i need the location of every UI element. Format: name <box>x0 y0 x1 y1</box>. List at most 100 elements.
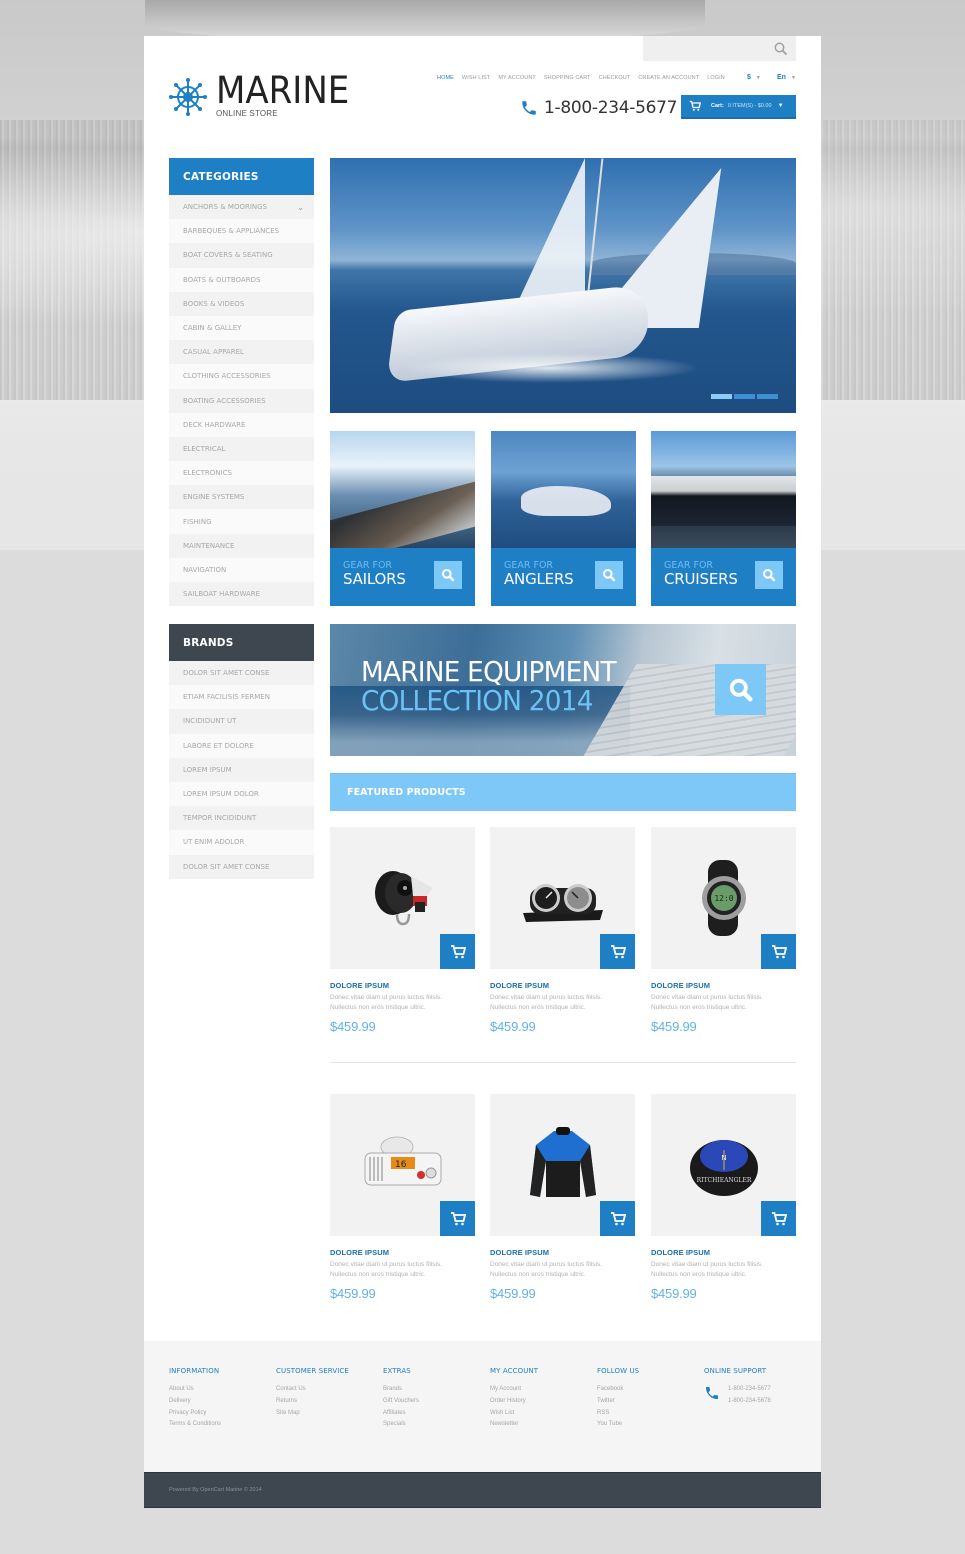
search-icon[interactable] <box>715 664 766 715</box>
brand-item[interactable]: DOLOR SIT AMET CONSE <box>169 854 314 879</box>
product-price: $459.99 <box>330 1286 376 1301</box>
add-to-cart-button[interactable] <box>761 1201 796 1236</box>
footer-link[interactable]: Wish List <box>490 1408 538 1420</box>
brand-item[interactable]: LABORE ET DOLORE <box>169 733 314 758</box>
footer-link[interactable]: Returns <box>276 1396 349 1408</box>
gear-tile-sailors[interactable]: GEAR FOR SAILORS <box>330 431 475 606</box>
product-image[interactable]: N RITCHIEANGLER <box>651 1094 796 1236</box>
search-input[interactable] <box>654 38 774 59</box>
nav-checkout[interactable]: CHECKOUT <box>599 75 631 81</box>
category-item[interactable]: MAINTENANCE <box>169 533 314 558</box>
product-name[interactable]: DOLORE IPSUM <box>490 1248 635 1257</box>
footer-link[interactable]: Contact Us <box>276 1384 349 1396</box>
chevron-down-icon[interactable]: ⌄ <box>297 203 304 212</box>
slider-dot[interactable] <box>757 394 778 399</box>
footer-link-facebook[interactable]: Facebook <box>597 1384 639 1396</box>
search-icon[interactable] <box>434 561 462 589</box>
footer-link[interactable]: Privacy Policy <box>169 1408 221 1420</box>
category-label: ENGINE SYSTEMS <box>183 493 245 502</box>
nav-create-account[interactable]: CREATE AN ACCOUNT <box>638 75 699 81</box>
footer-link[interactable]: Site Map <box>276 1408 349 1420</box>
category-item[interactable]: SAILBOAT HARDWARE <box>169 582 314 607</box>
brand-item[interactable]: ETIAM FACILISIS FERMEN <box>169 685 314 710</box>
product-name[interactable]: DOLORE IPSUM <box>330 981 475 990</box>
slider-dot[interactable] <box>711 394 732 399</box>
category-label: ANCHORS & MOORINGS <box>183 203 267 212</box>
hero-slider[interactable] <box>330 158 796 413</box>
category-item[interactable]: ENGINE SYSTEMS <box>169 485 314 510</box>
category-item[interactable]: BOAT COVERS & SEATING <box>169 243 314 268</box>
footer-link[interactable]: Terms & Conditions <box>169 1419 221 1431</box>
category-item[interactable]: ANCHORS & MOORINGS ⌄ <box>169 195 314 220</box>
product-image[interactable]: 12:0 <box>651 827 796 969</box>
category-item[interactable]: BOATS & OUTBOARDS <box>169 267 314 292</box>
footer-link-twitter[interactable]: Twitter <box>597 1396 639 1408</box>
brand-item[interactable]: TEMPOR INCIDIDUNT <box>169 806 314 831</box>
footer-link[interactable]: Affiliates <box>383 1408 419 1420</box>
nav-my-account[interactable]: MY ACCOUNT <box>498 75 536 81</box>
product-image[interactable] <box>330 827 475 969</box>
collection-banner[interactable]: MARINE EQUIPMENT COLLECTION 2014 <box>330 624 796 756</box>
footer-link[interactable]: My Account <box>490 1384 538 1396</box>
vhf-radio-image: 16 <box>364 1136 441 1186</box>
category-item[interactable]: ELECTRICAL <box>169 436 314 462</box>
product-image[interactable] <box>490 1094 635 1236</box>
cart-icon <box>689 100 701 111</box>
category-item[interactable]: DECK HARDWARE <box>169 412 314 437</box>
nav-home[interactable]: HOME <box>437 75 454 81</box>
search-icon[interactable] <box>774 42 788 56</box>
product-card[interactable]: DOLORE IPSUM Donec vitae diam ut purus l… <box>490 1094 635 1301</box>
gear-tile-anglers[interactable]: GEAR FOR ANGLERS <box>491 431 636 606</box>
add-to-cart-button[interactable] <box>440 934 475 969</box>
logo[interactable]: MARINE ONLINE STORE <box>168 72 361 118</box>
nav-shopping-cart[interactable]: SHOPPING CART <box>544 75 591 81</box>
footer-link[interactable]: About Us <box>169 1384 221 1396</box>
add-to-cart-button[interactable] <box>600 934 635 969</box>
footer-link[interactable]: Delivery <box>169 1396 221 1408</box>
product-card[interactable]: 12:0 DOLORE IPSUM Donec vitae diam ut pu… <box>651 827 796 1034</box>
search-icon[interactable] <box>755 561 783 589</box>
category-item[interactable]: CABIN & GALLEY <box>169 315 314 341</box>
brand-item[interactable]: LOREM IPSUM <box>169 757 314 782</box>
search-icon[interactable] <box>595 561 623 589</box>
category-item[interactable]: CLOTHING ACCESSORIES <box>169 364 314 389</box>
nav-wish-list[interactable]: WISH LIST <box>462 75 490 81</box>
add-to-cart-button[interactable] <box>600 1201 635 1236</box>
footer-link[interactable]: Order History <box>490 1396 538 1408</box>
nav-login[interactable]: LOGIN <box>707 75 725 81</box>
footer-link[interactable]: Gift Vouchers <box>383 1396 419 1408</box>
brand-item[interactable]: DOLOR SIT AMET CONSE <box>169 661 314 686</box>
slider-dot[interactable] <box>734 394 755 399</box>
category-item[interactable]: CASUAL APPAREL <box>169 340 314 365</box>
product-image[interactable]: 16 <box>330 1094 475 1236</box>
language-selector[interactable]: En ▼ <box>777 74 796 81</box>
footer-link[interactable]: Newsletter <box>490 1419 538 1431</box>
currency-selector[interactable]: $ ▼ <box>747 74 761 81</box>
cart-button[interactable]: Cart: 0 ITEM(S) - $0.00 ▼ <box>681 95 796 119</box>
product-card[interactable]: N RITCHIEANGLER DOLORE IPSUM Donec vitae… <box>651 1094 796 1301</box>
product-name[interactable]: DOLORE IPSUM <box>651 981 796 990</box>
add-to-cart-button[interactable] <box>440 1201 475 1236</box>
category-item[interactable]: BOOKS & VIDEOS <box>169 291 314 316</box>
brand-item[interactable]: UT ENIM ADOLOR <box>169 830 314 855</box>
product-name[interactable]: DOLORE IPSUM <box>651 1248 796 1257</box>
category-item[interactable]: BOATING ACCESSORIES <box>169 388 314 413</box>
product-card[interactable]: 16 DOLORE IPSUM Donec vitae diam ut puru… <box>330 1094 475 1301</box>
category-item[interactable]: BARBEQUES & APPLIANCES <box>169 219 314 244</box>
brand-item[interactable]: LOREM IPSUM DOLOR <box>169 781 314 807</box>
category-item[interactable]: NAVIGATION <box>169 557 314 582</box>
product-name[interactable]: DOLORE IPSUM <box>330 1248 475 1257</box>
footer-link-youtube[interactable]: You Tube <box>597 1419 639 1431</box>
footer-link[interactable]: Brands <box>383 1384 419 1396</box>
product-image[interactable] <box>490 827 635 969</box>
brand-item[interactable]: INCIDIDUNT UT <box>169 709 314 734</box>
footer-link-rss[interactable]: RSS <box>597 1408 639 1420</box>
category-item[interactable]: ELECTRONICS <box>169 461 314 486</box>
product-name[interactable]: DOLORE IPSUM <box>490 981 635 990</box>
gear-tile-cruisers[interactable]: GEAR FOR CRUISERS <box>651 431 796 606</box>
category-item[interactable]: FISHING <box>169 509 314 534</box>
add-to-cart-button[interactable] <box>761 934 796 969</box>
product-card[interactable]: DOLORE IPSUM Donec vitae diam ut purus l… <box>490 827 635 1034</box>
footer-link[interactable]: Specials <box>383 1419 419 1431</box>
product-card[interactable]: DOLORE IPSUM Donec vitae diam ut purus l… <box>330 827 475 1034</box>
